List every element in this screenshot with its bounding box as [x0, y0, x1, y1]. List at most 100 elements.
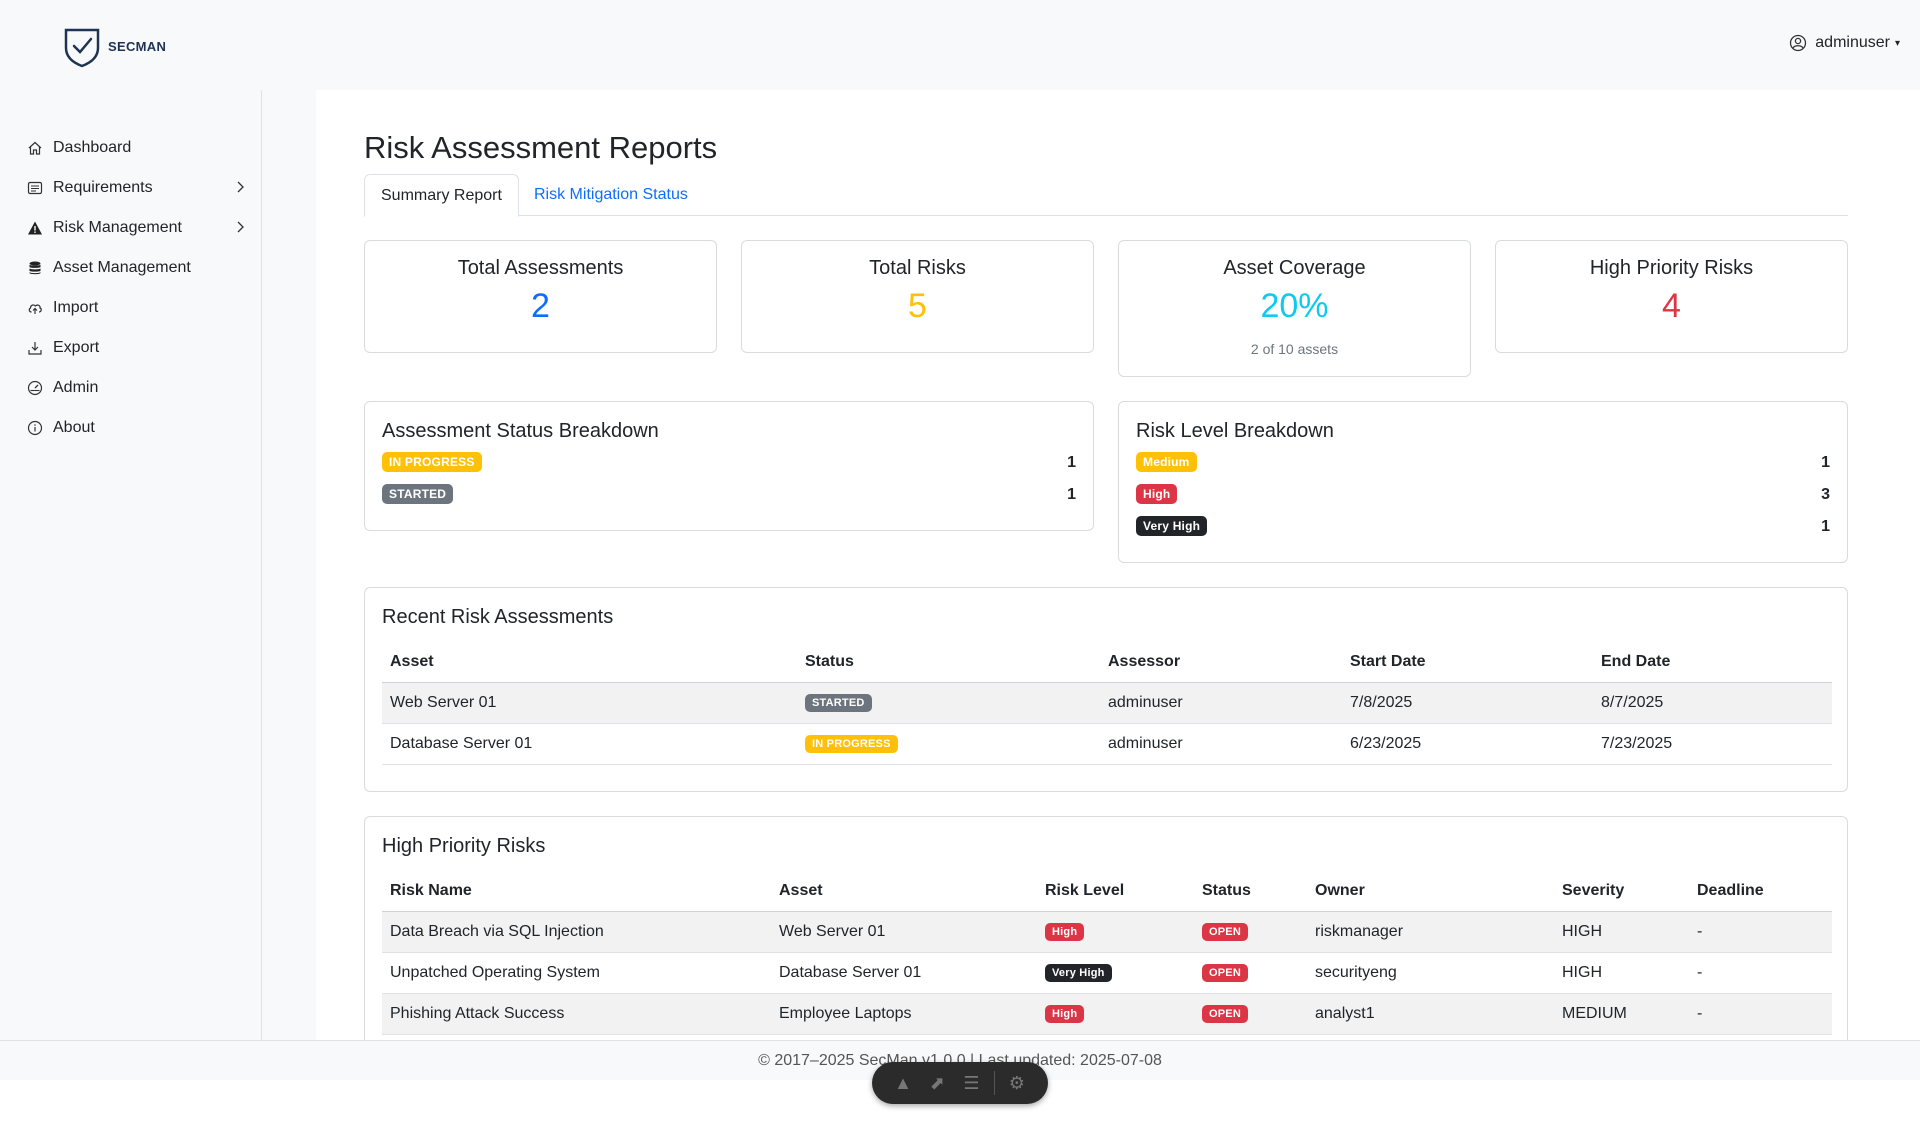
sidebar-item-about[interactable]: About	[27, 413, 247, 443]
column-header[interactable]: Status	[797, 642, 1100, 683]
stat-card-total-risks: Total Risks 5	[741, 240, 1094, 353]
sidebar-item-label: Requirements	[53, 179, 153, 196]
asset-cell: Employee Laptops	[771, 993, 1037, 1035]
column-header[interactable]: Risk Name	[382, 871, 771, 912]
sidebar-item-requirements[interactable]: Requirements	[27, 173, 247, 203]
start-date-cell: 6/23/2025	[1342, 723, 1593, 765]
deadline-cell: -	[1689, 911, 1832, 953]
table-row[interactable]: Database Server 01 IN PROGRESS adminuser…	[382, 723, 1832, 765]
risk-level-badge: Medium	[1136, 452, 1197, 472]
column-header[interactable]: Assessor	[1100, 642, 1342, 683]
status-badge: OPEN	[1202, 1005, 1248, 1023]
risk-name-cell: Data Breach via SQL Injection	[382, 911, 771, 953]
severity-cell: MEDIUM	[1554, 993, 1689, 1035]
risk-level-row: Medium 1	[1136, 452, 1830, 474]
deadline-cell: -	[1689, 952, 1832, 994]
sidebar-item-import[interactable]: Import	[27, 293, 247, 323]
stat-card-high-priority-risks: High Priority Risks 4	[1495, 240, 1848, 353]
column-header[interactable]: Status	[1194, 871, 1307, 912]
astro-icon[interactable]: ▲	[891, 1073, 915, 1094]
asset-cell: Web Server 01	[382, 682, 797, 724]
column-header[interactable]: End Date	[1593, 642, 1832, 683]
table-row[interactable]: Web Server 01 STARTED adminuser 7/8/2025…	[382, 682, 1832, 724]
status-badge: IN PROGRESS	[805, 735, 898, 753]
list-icon	[27, 181, 43, 195]
recent-assessments-card: Recent Risk Assessments Asset Status Ass…	[364, 587, 1848, 792]
status-cell: OPEN	[1194, 911, 1307, 953]
top-bar: SECMAN adminuser ▾	[0, 0, 1920, 90]
shield-check-icon	[64, 28, 100, 68]
risk-level-cell: High	[1037, 993, 1194, 1035]
column-header[interactable]: Asset	[771, 871, 1037, 912]
end-date-cell: 7/23/2025	[1593, 723, 1832, 765]
info-icon	[27, 420, 43, 436]
table-row[interactable]: Data Breach via SQL Injection Web Server…	[382, 911, 1832, 953]
risk-level-badge: High	[1136, 484, 1178, 504]
table-header-row: Risk Name Asset Risk Level Status Owner …	[382, 871, 1832, 912]
table-row[interactable]: Phishing Attack Success Employee Laptops…	[382, 993, 1832, 1035]
sidebar-item-label: Asset Management	[53, 259, 191, 276]
user-menu[interactable]: adminuser ▾	[1789, 34, 1900, 52]
sidebar-item-label: Risk Management	[53, 219, 182, 236]
sidebar-item-label: Export	[53, 339, 100, 356]
status-cell: IN PROGRESS	[797, 723, 1100, 765]
user-circle-icon	[1790, 34, 1807, 52]
stat-title: Total Risks	[869, 257, 966, 279]
stat-title: Asset Coverage	[1223, 257, 1366, 279]
column-header[interactable]: Deadline	[1689, 871, 1832, 912]
inspect-icon[interactable]: ☰	[959, 1073, 983, 1094]
sidebar-item-admin[interactable]: Admin	[27, 373, 247, 403]
column-header[interactable]: Risk Level	[1037, 871, 1194, 912]
card-title: Risk Level Breakdown	[1136, 420, 1334, 442]
cursor-icon[interactable]: ⬈	[925, 1073, 949, 1094]
stat-value: 20%	[1260, 287, 1329, 325]
chevron-right-icon	[237, 181, 244, 193]
risk-level-badge: High	[1045, 1005, 1085, 1023]
sidebar-item-export[interactable]: Export	[27, 333, 247, 363]
sidebar-item-label: Dashboard	[53, 139, 132, 156]
status-cell: STARTED	[797, 682, 1100, 724]
card-title: High Priority Risks	[382, 835, 546, 857]
sidebar-item-dashboard[interactable]: Dashboard	[27, 133, 247, 163]
risk-level-count: 3	[1821, 486, 1830, 503]
risk-level-row: Very High 1	[1136, 516, 1830, 538]
column-header[interactable]: Start Date	[1342, 642, 1593, 683]
sidebar-item-label: About	[53, 419, 95, 436]
brand-logo[interactable]: SECMAN	[62, 24, 166, 68]
status-cell: OPEN	[1194, 993, 1307, 1035]
deadline-cell: -	[1689, 993, 1832, 1035]
chevron-right-icon	[237, 221, 244, 233]
column-header[interactable]: Asset	[382, 642, 797, 683]
risk-level-badge: High	[1045, 923, 1085, 941]
risk-level-cell: High	[1037, 911, 1194, 953]
card-title: Recent Risk Assessments	[382, 606, 614, 628]
owner-cell: securityeng	[1307, 952, 1554, 994]
tab-summary-report[interactable]: Summary Report	[364, 174, 519, 217]
status-badge: IN PROGRESS	[382, 452, 482, 472]
risk-level-badge: Very High	[1136, 516, 1208, 536]
sidebar-item-risk-management[interactable]: Risk Management	[27, 213, 247, 243]
sidebar-item-asset-management[interactable]: Asset Management	[27, 253, 247, 283]
tab-risk-mitigation-status[interactable]: Risk Mitigation Status	[518, 174, 704, 217]
sidebar-item-label: Admin	[53, 379, 99, 396]
asset-cell: Database Server 01	[771, 952, 1037, 994]
status-count: 1	[1067, 454, 1076, 471]
severity-cell: HIGH	[1554, 911, 1689, 953]
end-date-cell: 8/7/2025	[1593, 682, 1832, 724]
table-row[interactable]: Unpatched Operating System Database Serv…	[382, 952, 1832, 994]
stat-card-asset-coverage: Asset Coverage 20% 2 of 10 assets	[1118, 240, 1471, 377]
gear-icon[interactable]: ⚙	[1005, 1073, 1029, 1094]
assessor-cell: adminuser	[1100, 723, 1342, 765]
column-header[interactable]: Owner	[1307, 871, 1554, 912]
sidebar: Dashboard Requirements Risk Management A…	[0, 90, 262, 1040]
stat-subtitle: 2 of 10 assets	[1250, 341, 1339, 357]
risk-level-row: High 3	[1136, 484, 1830, 506]
report-tabs: Summary Report Risk Mitigation Status	[364, 174, 1848, 217]
column-header[interactable]: Severity	[1554, 871, 1689, 912]
status-row: STARTED 1	[382, 484, 1076, 506]
severity-cell: HIGH	[1554, 952, 1689, 994]
status-badge: STARTED	[805, 694, 872, 712]
risk-level-cell: Very High	[1037, 952, 1194, 994]
stat-card-total-assessments: Total Assessments 2	[364, 240, 717, 353]
user-name: adminuser	[1815, 34, 1890, 51]
